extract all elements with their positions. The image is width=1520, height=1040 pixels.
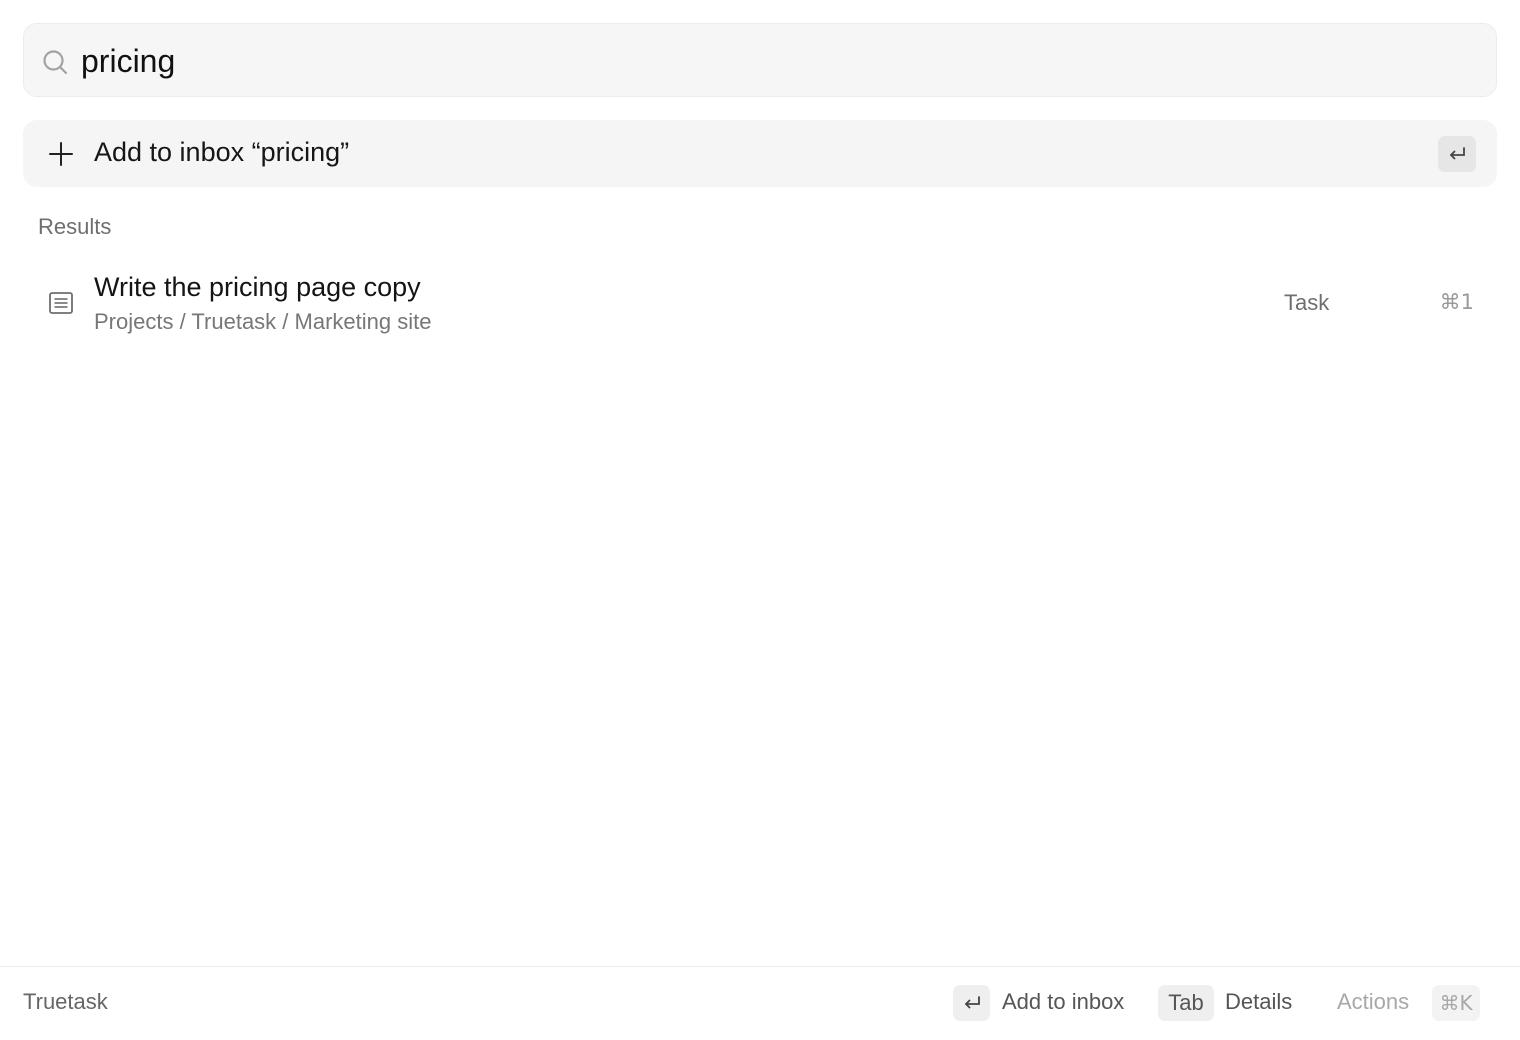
result-title: Write the pricing page copy	[94, 272, 421, 302]
result-path: Projects / Truetask / Marketing site	[94, 309, 432, 334]
search-bar[interactable]	[23, 23, 1497, 97]
results-section-label: Results	[38, 214, 112, 239]
add-to-inbox-label: Add to inbox “pricing”	[94, 137, 349, 168]
footer-actions-shortcut: ⌘K	[1432, 985, 1480, 1021]
enter-key-hint	[1438, 136, 1476, 172]
footer-bar: Truetask Add to inbox Tab Details Action…	[0, 966, 1520, 1040]
search-icon	[43, 50, 68, 75]
result-shortcut: ⌘1	[1439, 290, 1474, 314]
return-key-icon	[1450, 147, 1465, 160]
result-type: Task	[1284, 290, 1330, 315]
footer-details-button[interactable]: Details	[1225, 989, 1292, 1015]
plus-icon	[49, 142, 73, 166]
document-icon	[49, 292, 73, 314]
footer-add-to-inbox-button[interactable]: Add to inbox	[1002, 989, 1124, 1015]
footer-actions-button[interactable]: Actions	[1337, 989, 1409, 1015]
search-input[interactable]	[81, 34, 1471, 88]
footer-tab-key: Tab	[1158, 985, 1214, 1021]
add-to-inbox-query: “pricing”	[251, 137, 350, 167]
footer-enter-key	[953, 985, 990, 1021]
add-to-inbox-option[interactable]: Add to inbox “pricing”	[23, 120, 1497, 187]
footer-brand: Truetask	[23, 989, 108, 1014]
return-key-icon	[964, 996, 980, 1009]
add-to-inbox-prefix: Add to inbox	[94, 137, 245, 167]
command-palette: Add to inbox “pricing” Results Write the…	[0, 0, 1520, 1040]
result-item[interactable]: Write the pricing page copy Projects / T…	[23, 262, 1497, 344]
